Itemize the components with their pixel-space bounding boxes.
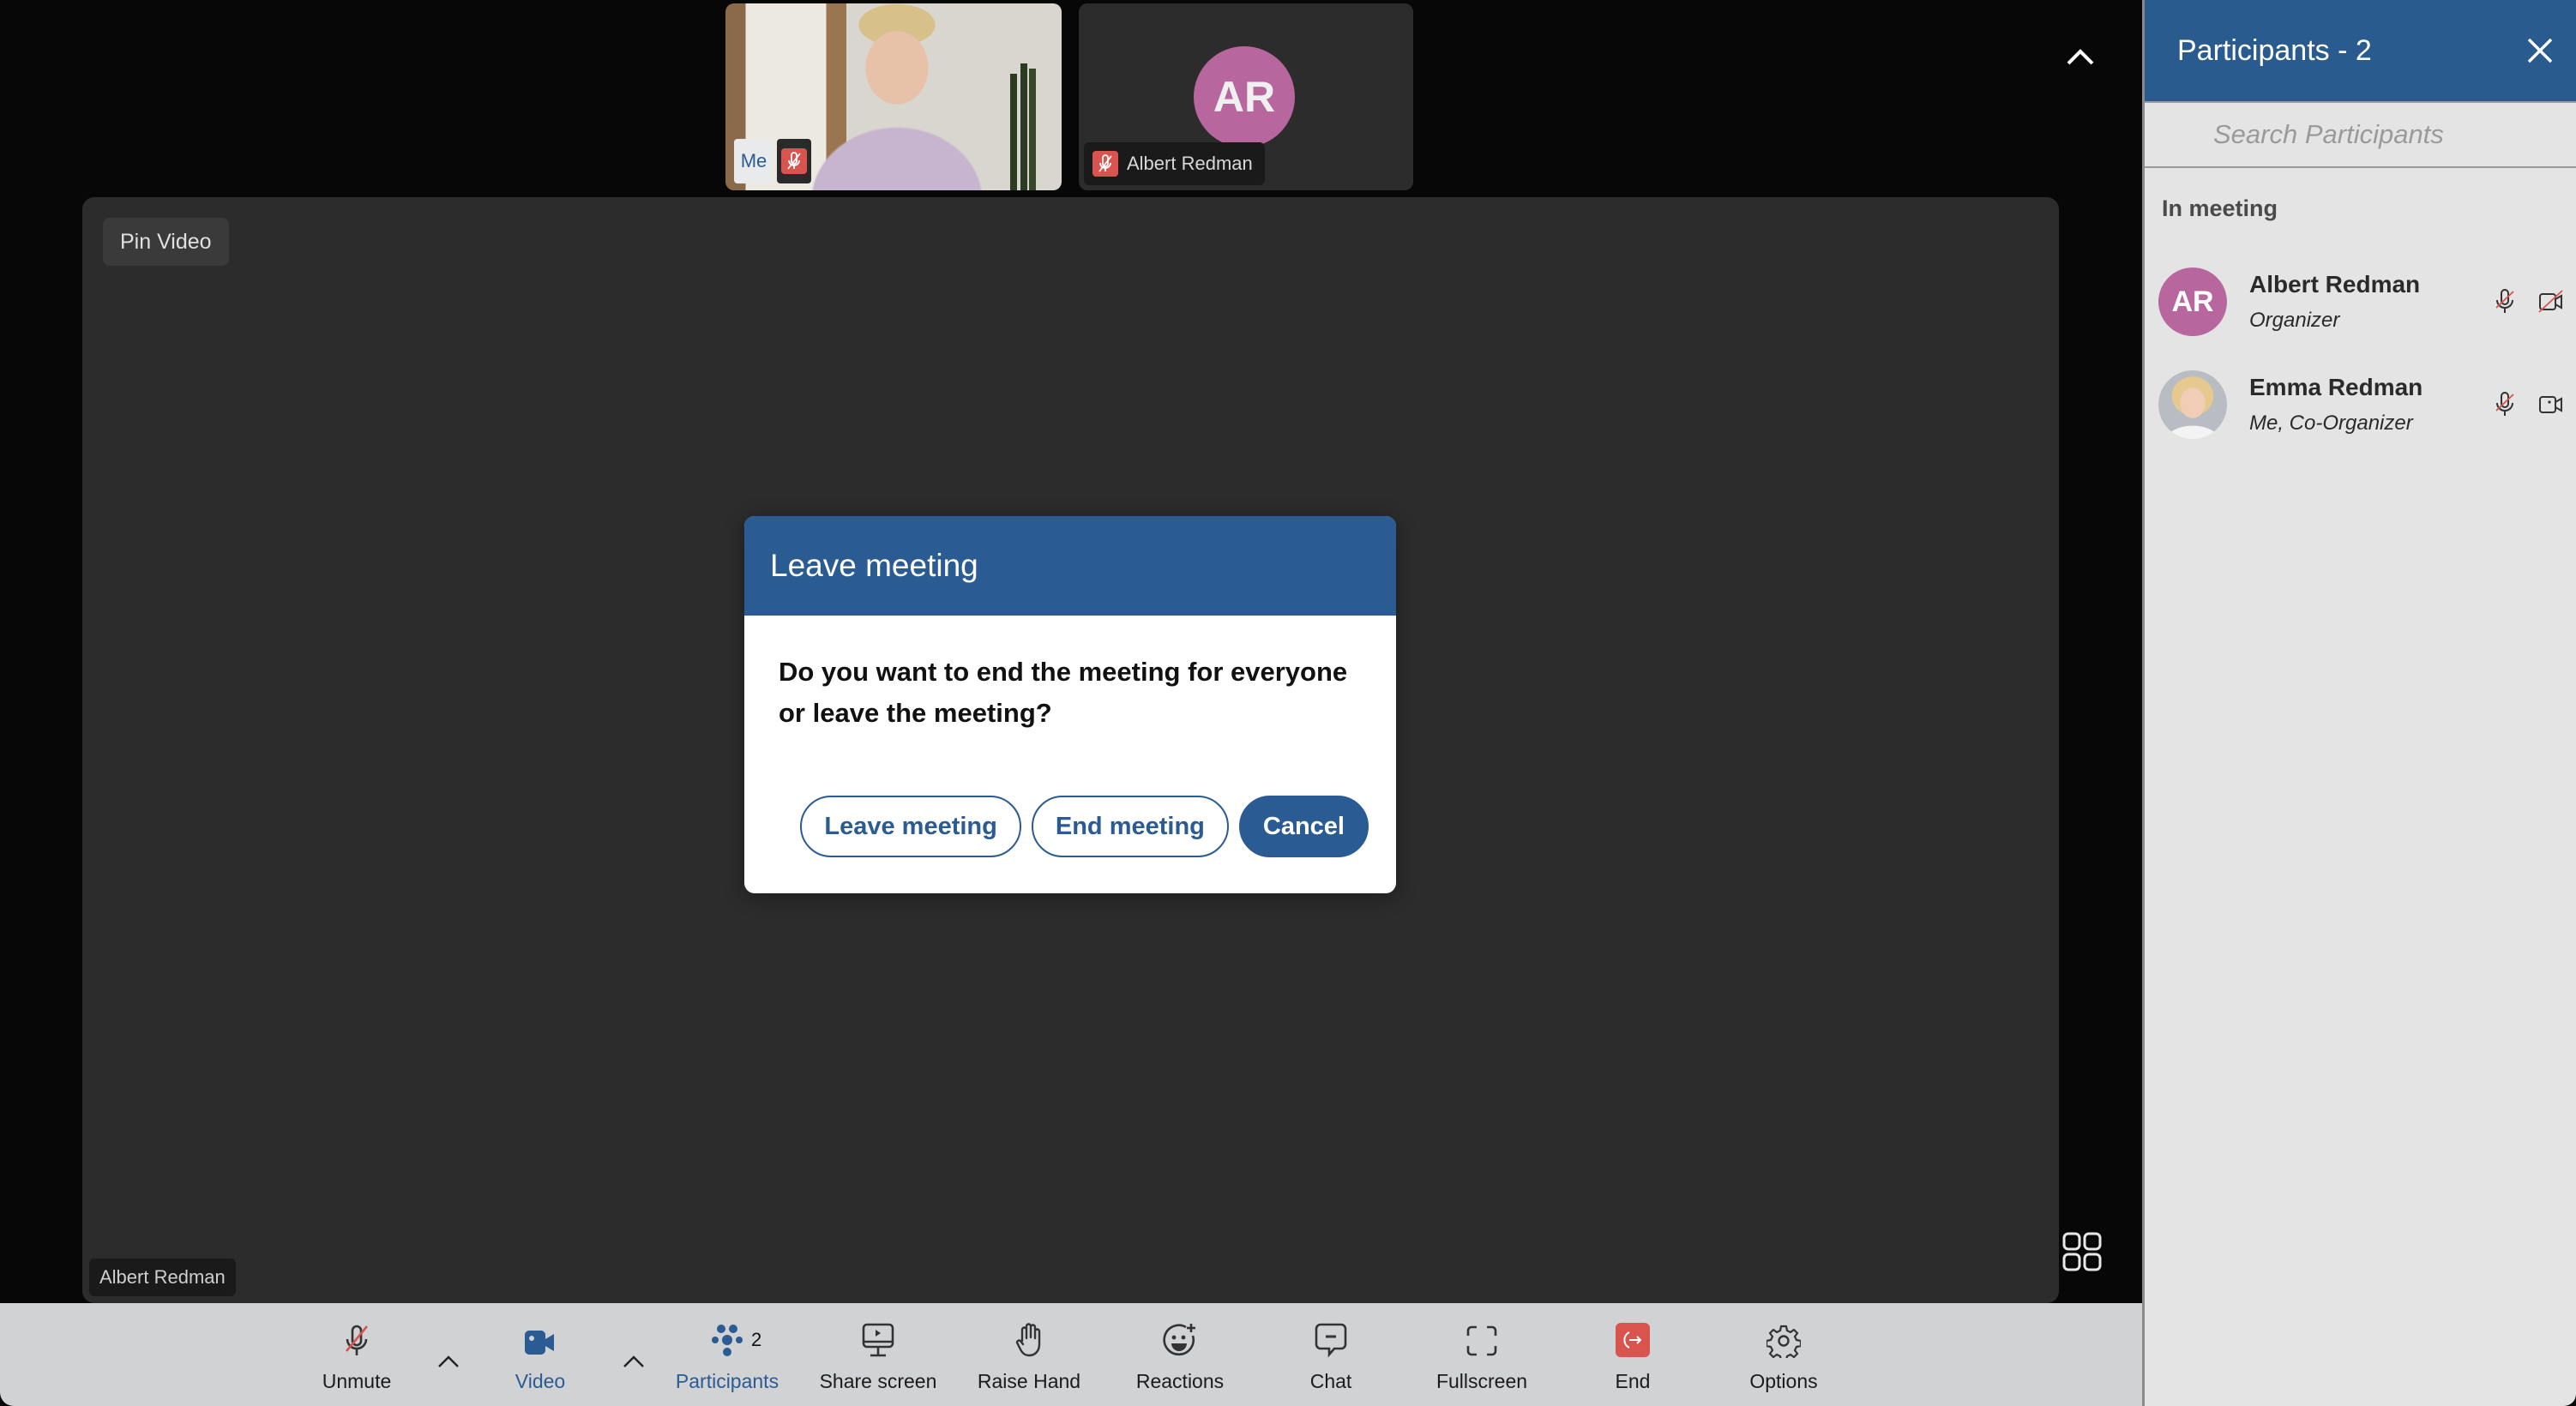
dialog-title: Leave meeting [744,516,1396,616]
self-video-thumbnail[interactable]: Me [725,3,1062,190]
chat-icon [1314,1303,1348,1363]
video-options-caret[interactable] [617,1344,651,1379]
fullscreen-icon [1465,1303,1499,1363]
cancel-button[interactable]: Cancel [1238,796,1369,857]
leave-icon [1615,1303,1651,1363]
fullscreen-button[interactable]: Fullscreen [1423,1303,1540,1406]
dialog-message: Do you want to end the meeting for every… [779,657,1348,728]
participants-panel-title: Participants - 2 [2177,33,2372,67]
close-panel-button[interactable] [2521,32,2559,69]
participant-search-input[interactable] [2213,119,2561,150]
participant-video-thumbnail[interactable]: AR Albert Redman [1079,3,1413,190]
reactions-button[interactable]: Reactions [1122,1303,1238,1406]
mic-muted-icon [781,148,807,174]
pin-video-button[interactable]: Pin Video [103,218,229,266]
me-badge: Me [734,139,773,183]
in-meeting-section-label: In meeting [2162,195,2278,221]
participant-photo-avatar [2158,370,2227,439]
leave-meeting-dialog: Leave meeting Do you want to end the mee… [744,516,1396,893]
participants-count: 2 [751,1329,762,1350]
raise-hand-button[interactable]: Raise Hand [971,1303,1087,1406]
mic-off-icon[interactable] [2492,392,2518,418]
grid-layout-icon [2062,1232,2102,1271]
participant-role: Organizer [2249,309,2340,332]
participant-row[interactable]: AR Albert Redman Organizer [2145,250,2576,353]
meeting-toolbar: Unmute Video 2 Participants Share screen… [0,1303,2142,1406]
participant-name: Albert Redman [1127,153,1253,174]
participants-panel-header: Participants - 2 [2145,0,2576,101]
chevron-up-icon [2067,49,2094,65]
participant-avatar: AR [1194,46,1295,147]
participant-name-chip: Albert Redman [1084,142,1265,185]
participant-name: Albert Redman [2249,271,2421,297]
mic-muted-icon [1092,151,1118,177]
self-mic-status [777,139,811,183]
video-off-icon[interactable] [2538,289,2564,315]
self-video-feed [725,3,1062,190]
hand-icon [1014,1303,1044,1363]
participant-row[interactable]: Emma Redman Me, Co-Organizer [2145,353,2576,456]
participants-icon: 2 [710,1303,761,1363]
video-camera-icon[interactable] [2538,392,2564,418]
mic-off-icon[interactable] [2492,289,2518,315]
main-speaker-name: Albert Redman [89,1259,236,1296]
mic-off-icon [341,1303,372,1363]
end-meeting-button[interactable]: End meeting [1031,796,1229,857]
meeting-app: Me AR Albert Redman Pin Video Albert Red… [0,0,2576,1406]
emoji-add-icon [1162,1303,1198,1363]
options-button[interactable]: Options [1725,1303,1842,1406]
collapse-thumbnails-button[interactable] [2061,41,2099,72]
unmute-button[interactable]: Unmute [314,1303,400,1406]
video-button[interactable]: Video [497,1303,583,1406]
participant-avatar: AR [2158,267,2227,336]
participant-search-bar [2145,101,2576,168]
close-icon [2527,38,2553,63]
gear-icon [1766,1303,1801,1363]
participant-name: Emma Redman [2249,374,2423,400]
end-call-button[interactable]: End [1574,1303,1691,1406]
participant-role: Me, Co-Organizer [2249,412,2413,435]
chat-button[interactable]: Chat [1273,1303,1389,1406]
chevron-up-icon [623,1355,644,1367]
video-camera-icon [523,1303,557,1363]
grid-layout-button[interactable] [2061,1231,2103,1272]
participants-button[interactable]: 2 Participants [669,1303,785,1406]
leave-meeting-button[interactable]: Leave meeting [800,796,1021,857]
dialog-actions: Leave meeting End meeting Cancel [744,796,1396,857]
share-screen-button[interactable]: Share screen [820,1303,936,1406]
participants-panel: Participants - 2 In meeting AR Albert Re… [2142,0,2576,1406]
chevron-up-icon [438,1355,459,1367]
audio-options-caret[interactable] [431,1344,466,1379]
share-screen-icon [861,1303,895,1363]
